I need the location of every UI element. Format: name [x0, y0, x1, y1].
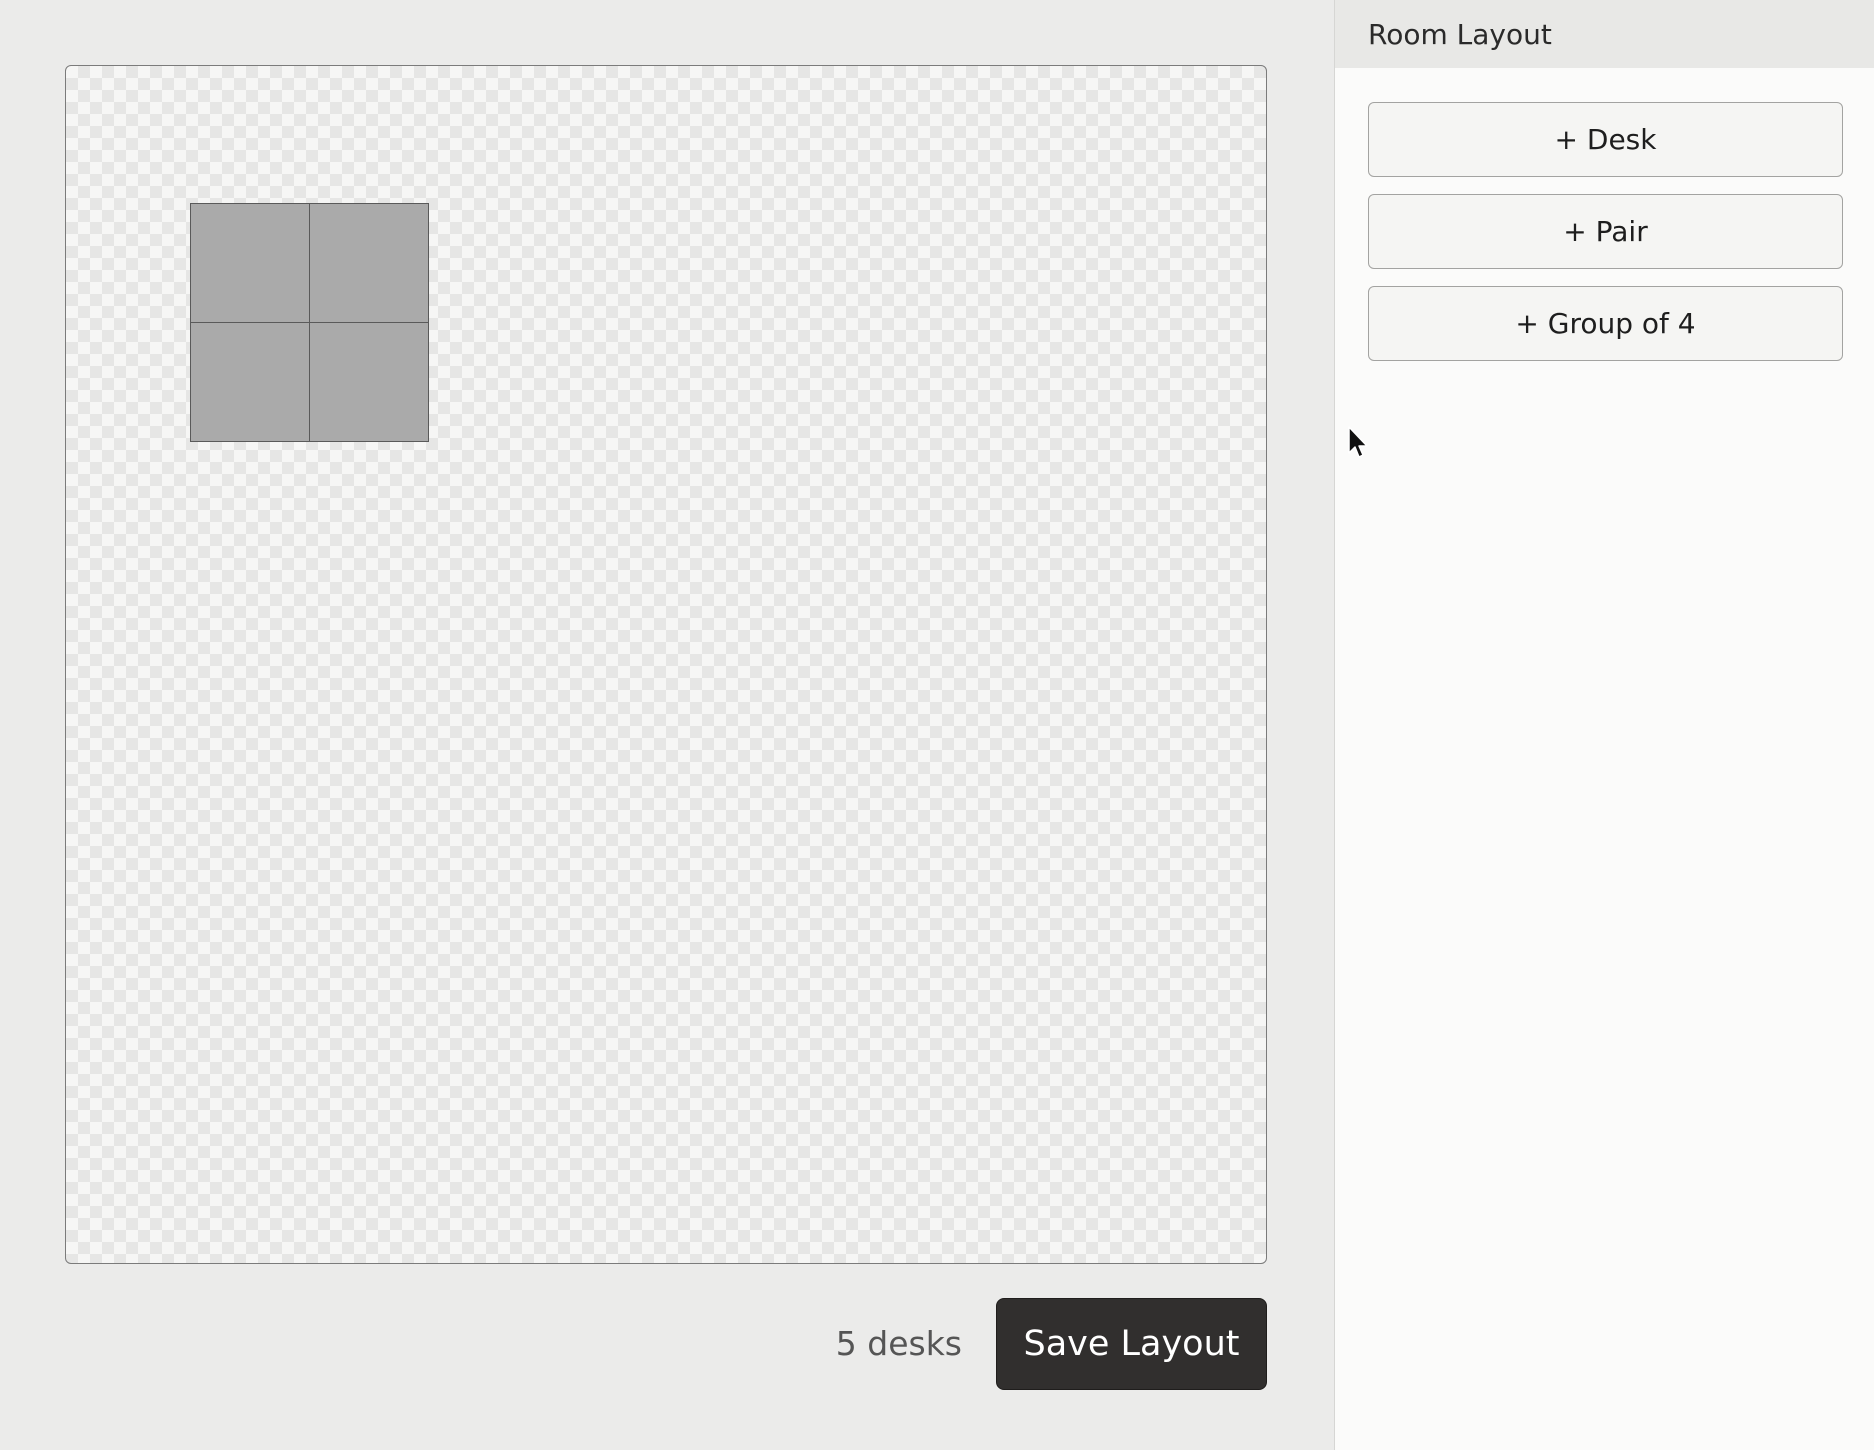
desk-count: 5 desks — [835, 1324, 962, 1363]
desk[interactable] — [190, 322, 310, 442]
app-window: 5 desks Save Layout Room Layout + Desk +… — [0, 0, 1874, 1450]
save-layout-button[interactable]: Save Layout — [996, 1298, 1267, 1390]
add-group-of-4-button[interactable]: + Group of 4 — [1368, 286, 1843, 361]
add-pair-button[interactable]: + Pair — [1368, 194, 1843, 269]
room-canvas[interactable] — [65, 65, 1267, 1264]
desk[interactable] — [309, 322, 429, 442]
side-panel: Room Layout + Desk + Pair + Group of 4 — [1334, 0, 1874, 1450]
desk[interactable] — [309, 203, 429, 323]
panel-title: Room Layout — [1335, 0, 1874, 68]
mouse-pointer-icon — [1348, 426, 1368, 458]
add-desk-button[interactable]: + Desk — [1368, 102, 1843, 177]
desk[interactable] — [190, 203, 310, 323]
